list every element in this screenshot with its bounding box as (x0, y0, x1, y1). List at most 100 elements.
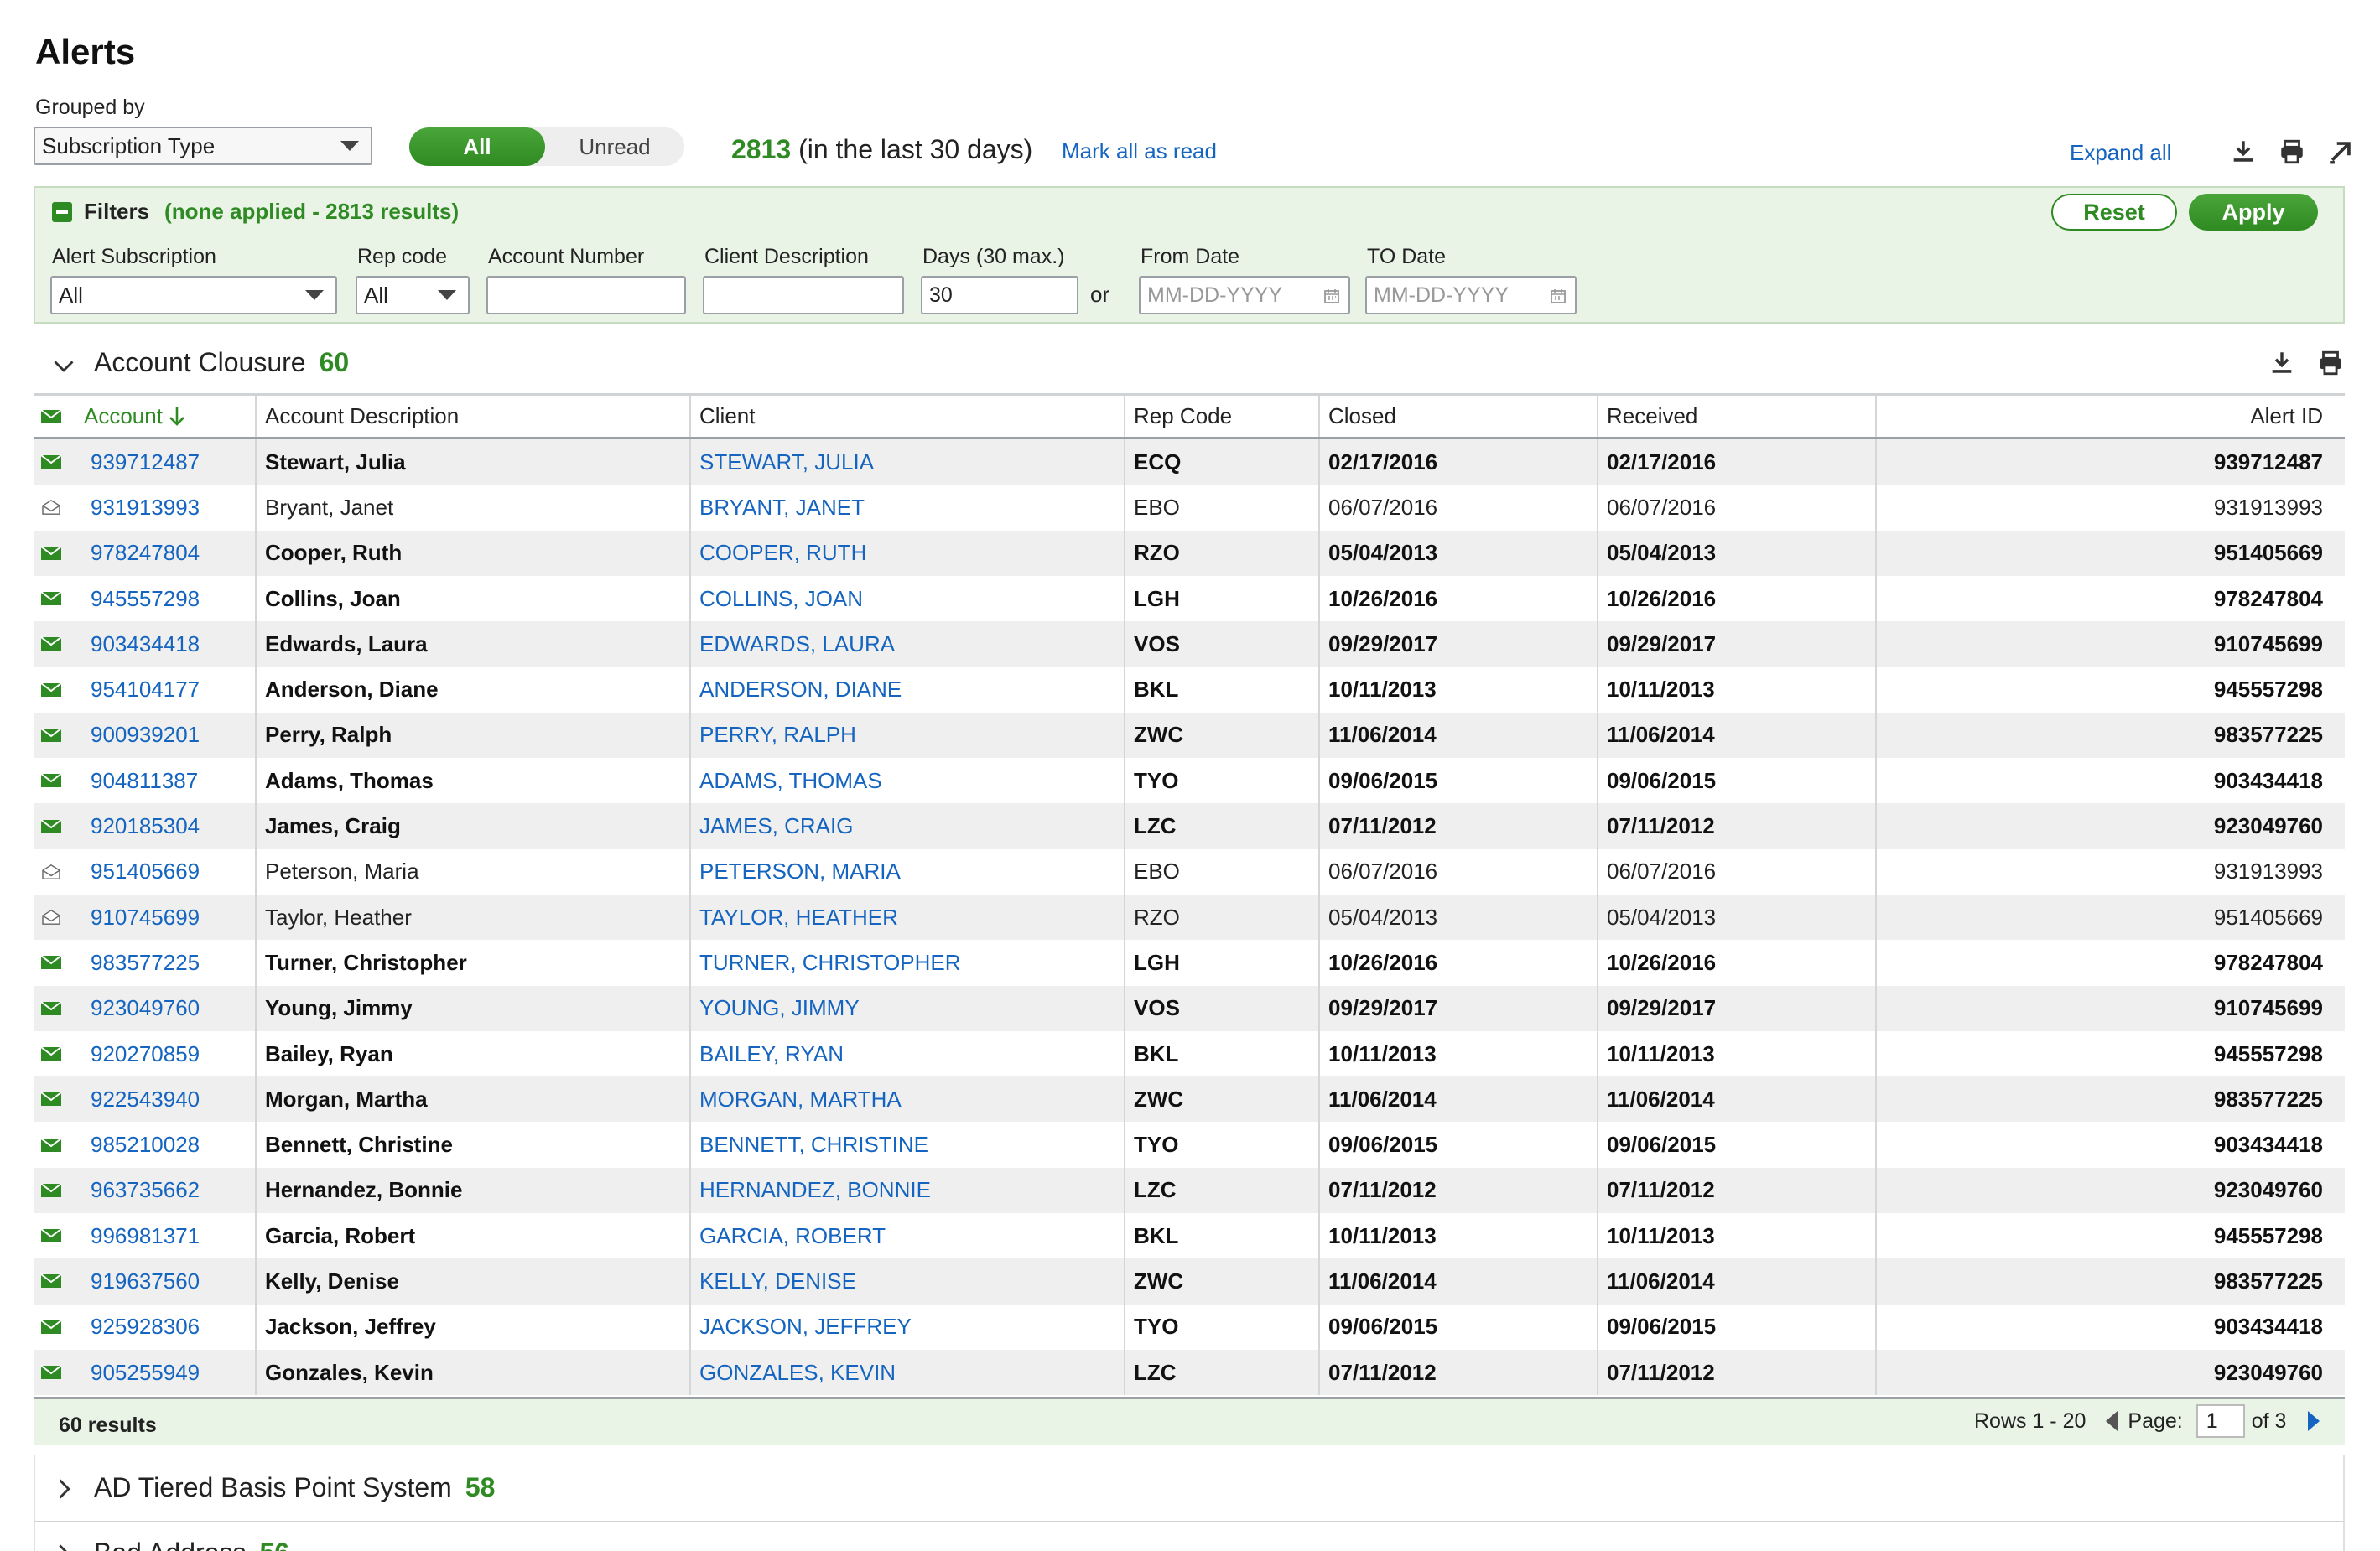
client-link[interactable]: COOPER, RUTH (699, 531, 866, 576)
unread-envelope-icon[interactable] (40, 1168, 62, 1213)
client-link[interactable]: GONZALES, KEVIN (699, 1350, 896, 1395)
account-link[interactable]: 951405669 (91, 849, 200, 895)
table-row[interactable]: 939712487 Stewart, Julia STEWART, JULIA ECQ… (34, 439, 2345, 485)
table-row[interactable]: 945557298 Collins, Joan COLLINS, JOAN LGH 10… (34, 575, 2345, 622)
column-header-rep-code[interactable]: Rep Code (1134, 396, 1232, 437)
unread-envelope-icon[interactable] (40, 713, 62, 758)
header-envelope-icon[interactable] (40, 396, 62, 437)
unread-envelope-icon[interactable] (40, 1122, 62, 1167)
unread-envelope-icon[interactable] (40, 758, 62, 803)
grouped-by-select[interactable]: Subscription Type (34, 127, 372, 165)
account-link[interactable]: 954104177 (91, 667, 200, 712)
client-link[interactable]: TURNER, CHRISTOPHER (699, 940, 961, 985)
rep-code-select[interactable]: All (356, 276, 470, 314)
prev-page-icon[interactable] (2106, 1411, 2118, 1431)
table-row[interactable]: 903434418 Edwards, Laura EDWARDS, LAURA VOS… (34, 621, 2345, 667)
toggle-all-button[interactable]: All (409, 127, 545, 166)
table-row[interactable]: 922543940 Morgan, Martha MORGAN, MARTHA ZWC… (34, 1076, 2345, 1123)
client-link[interactable]: JAMES, CRAIG (699, 803, 853, 848)
account-link[interactable]: 904811387 (91, 758, 198, 803)
table-row[interactable]: 920185304 James, Craig JAMES, CRAIG LZC 07/1… (34, 803, 2345, 849)
collapsed-section-title[interactable]: AD Tiered Basis Point System 58 (94, 1472, 495, 1503)
section-title[interactable]: Account Clousure 60 (94, 347, 349, 378)
account-link[interactable]: 985210028 (91, 1122, 200, 1167)
table-row[interactable]: 904811387 Adams, Thomas ADAMS, THOMAS TYO 09… (34, 758, 2345, 804)
client-link[interactable]: JACKSON, JEFFREY (699, 1305, 912, 1350)
unread-envelope-icon[interactable] (40, 1031, 62, 1076)
expand-all-link[interactable]: Expand all (2070, 140, 2171, 166)
client-link[interactable]: STEWART, JULIA (699, 439, 874, 485)
filters-header[interactable]: Filters (none applied - 2813 results) (52, 199, 459, 225)
days-input[interactable]: 30 (921, 276, 1078, 314)
table-row[interactable]: 983577225 Turner, Christopher TURNER, CHRI… (34, 940, 2345, 986)
calendar-icon[interactable] (1550, 288, 1567, 304)
column-header-received[interactable]: Received (1607, 396, 1697, 437)
client-link[interactable]: BENNETT, CHRISTINE (699, 1122, 928, 1167)
column-header-account-description[interactable]: Account Description (265, 396, 459, 437)
account-link[interactable]: 900939201 (91, 713, 200, 758)
account-link[interactable]: 939712487 (91, 439, 200, 485)
read-envelope-icon[interactable] (40, 895, 62, 940)
client-link[interactable]: EDWARDS, LAURA (699, 621, 895, 667)
collapsed-section[interactable] (34, 1522, 2345, 1551)
account-link[interactable]: 945557298 (91, 576, 200, 621)
client-link[interactable]: PERRY, RALPH (699, 713, 856, 758)
client-link[interactable]: BRYANT, JANET (699, 485, 865, 530)
client-link[interactable]: HERNANDEZ, BONNIE (699, 1168, 931, 1213)
account-link[interactable]: 920185304 (91, 803, 200, 848)
print-icon[interactable] (2278, 137, 2306, 166)
column-header-account[interactable]: Account (84, 396, 186, 437)
unread-envelope-icon[interactable] (40, 531, 62, 576)
client-link[interactable]: BAILEY, RYAN (699, 1031, 844, 1076)
account-link[interactable]: 963735662 (91, 1168, 200, 1213)
collapse-minus-icon[interactable] (52, 201, 72, 222)
account-link[interactable]: 910745699 (91, 895, 200, 940)
unread-envelope-icon[interactable] (40, 439, 62, 485)
client-description-input[interactable] (703, 276, 904, 314)
unread-envelope-icon[interactable] (40, 986, 62, 1031)
page-input[interactable]: 1 (2196, 1404, 2245, 1438)
table-row[interactable]: 923049760 Young, Jimmy YOUNG, JIMMY VOS 09/2… (34, 985, 2345, 1031)
read-envelope-icon[interactable] (40, 485, 62, 530)
unread-envelope-icon[interactable] (40, 1076, 62, 1122)
download-icon[interactable] (2268, 349, 2296, 377)
unread-envelope-icon[interactable] (40, 576, 62, 621)
apply-button[interactable]: Apply (2189, 194, 2318, 231)
table-row[interactable]: 963735662 Hernandez, Bonnie HERNANDEZ, BON… (34, 1167, 2345, 1214)
account-link[interactable]: 978247804 (91, 531, 200, 576)
client-link[interactable]: KELLY, DENISE (699, 1258, 856, 1304)
column-header-alert-id[interactable]: Alert ID (2250, 396, 2323, 437)
chevron-right-icon[interactable] (52, 1543, 75, 1551)
client-link[interactable]: YOUNG, JIMMY (699, 986, 860, 1031)
print-icon[interactable] (2316, 349, 2345, 377)
account-link[interactable]: 923049760 (91, 986, 200, 1031)
unread-envelope-icon[interactable] (40, 667, 62, 712)
account-link[interactable]: 919637560 (91, 1258, 200, 1304)
client-link[interactable]: GARCIA, ROBERT (699, 1213, 886, 1258)
account-link[interactable]: 983577225 (91, 940, 200, 985)
calendar-icon[interactable] (1323, 288, 1340, 304)
popout-icon[interactable] (2326, 137, 2355, 166)
table-row[interactable]: 996981371 Garcia, Robert GARCIA, ROBERT BKL… (34, 1213, 2345, 1259)
from-date-input[interactable]: MM-DD-YYYY (1139, 276, 1350, 314)
unread-envelope-icon[interactable] (40, 803, 62, 848)
table-row[interactable]: 985210028 Bennett, Christine BENNETT, CHRI… (34, 1122, 2345, 1168)
unread-envelope-icon[interactable] (40, 1305, 62, 1350)
reset-button[interactable]: Reset (2051, 194, 2177, 231)
table-row[interactable]: 905255949 Gonzales, Kevin GONZALES, KEVIN L… (34, 1349, 2345, 1396)
client-link[interactable]: PETERSON, MARIA (699, 849, 901, 895)
column-header-client[interactable]: Client (699, 396, 755, 437)
account-link[interactable]: 903434418 (91, 621, 200, 667)
unread-envelope-icon[interactable] (40, 1213, 62, 1258)
toggle-unread-button[interactable]: Unread (545, 127, 684, 166)
collapsed-section-title[interactable]: Bad Address 56 (94, 1538, 289, 1551)
client-link[interactable]: MORGAN, MARTHA (699, 1076, 902, 1122)
table-row[interactable]: 951405669 Peterson, Maria PETERSON, MARIA E… (34, 848, 2345, 895)
account-link[interactable]: 920270859 (91, 1031, 200, 1076)
unread-envelope-icon[interactable] (40, 1258, 62, 1304)
table-row[interactable]: 920270859 Bailey, Ryan BAILEY, RYAN BKL 10/1… (34, 1030, 2345, 1077)
table-row[interactable]: 931913993 Bryant, Janet BRYANT, JANET EBO 06… (34, 485, 2345, 531)
account-link[interactable]: 922543940 (91, 1076, 200, 1122)
next-page-icon[interactable] (2308, 1411, 2320, 1431)
account-link[interactable]: 905255949 (91, 1350, 200, 1395)
